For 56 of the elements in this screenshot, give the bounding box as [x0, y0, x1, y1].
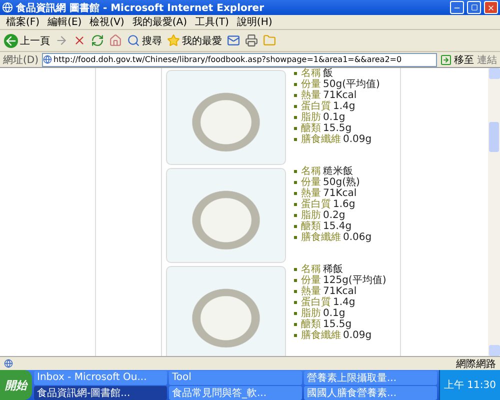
nutrition-fact: 蛋白質 1.6g — [294, 199, 372, 210]
search-icon — [127, 34, 140, 47]
forward-icon[interactable] — [55, 34, 68, 47]
refresh-icon[interactable] — [91, 34, 104, 47]
menu-item[interactable]: 工具(T) — [195, 15, 229, 29]
close-button[interactable] — [484, 1, 498, 14]
menu-item[interactable]: 我的最愛(A) — [132, 15, 187, 29]
nutrition-fact: 膳食纖維 0.09g — [294, 134, 380, 145]
go-button[interactable]: 移至 — [440, 52, 474, 66]
menu-item[interactable]: 檔案(F) — [6, 15, 40, 29]
maximize-button[interactable] — [467, 1, 481, 14]
scrollbar[interactable] — [488, 68, 500, 356]
browser-icon — [2, 2, 13, 13]
nutrition-fact: 名稱 飯 — [294, 68, 380, 79]
nutrition-fact: 熱量 71Kcal — [294, 188, 372, 199]
nutrition-fact: 份量 125g(平均值) — [294, 275, 386, 286]
nutrition-fact: 膳食纖維 0.06g — [294, 232, 372, 243]
minimize-button[interactable] — [450, 1, 464, 14]
address-field[interactable]: http://food.doh.gov.tw/Chinese/library/foodbook.asp?showpage=1&area1=&&area2=0 — [42, 52, 437, 66]
nutrition-fact: 蛋白質 1.4g — [294, 101, 380, 112]
nutrition-fact: 蛋白質 1.4g — [294, 297, 386, 308]
nutrition-fact: 醣類 15.5g — [294, 123, 380, 134]
address-label: 網址(D) — [3, 54, 39, 66]
mail-icon[interactable] — [227, 34, 240, 47]
nutrition-fact: 熱量 71Kcal — [294, 286, 386, 297]
printer-icon[interactable] — [245, 34, 258, 47]
nutrition-fact: 熱量 71Kcal — [294, 90, 380, 101]
menu-item[interactable]: 說明(H) — [236, 15, 272, 29]
nutrition-fact: 醣類 15.4g — [294, 221, 372, 232]
globe-icon — [42, 55, 52, 64]
nutrition-fact: 名稱 稀飯 — [294, 264, 386, 275]
nutrition-fact: 份量 50g(平均值) — [294, 79, 380, 90]
nutrition-fact: 醣類 15.5g — [294, 319, 386, 330]
clock: 上午 11:30 — [444, 378, 496, 392]
maximize-icon — [470, 4, 478, 11]
links-button[interactable]: 連結 — [477, 52, 497, 66]
page-icon — [4, 359, 13, 368]
nutrition-fact: 份量 50g(熟) — [294, 177, 372, 188]
zone-label: 網際網路 — [456, 358, 496, 370]
nutrition-fact: 脂肪 0.1g — [294, 112, 380, 123]
close-icon — [487, 4, 495, 12]
search-button[interactable]: 搜尋 — [127, 34, 162, 48]
home-icon[interactable] — [109, 34, 122, 47]
nutrition-fact: 脂肪 0.2g — [294, 210, 372, 221]
window-title: 食品資訊網 圖書館 - Microsoft Internet Explorer — [16, 2, 266, 14]
favorites-button[interactable]: 我的最愛 — [167, 34, 222, 48]
taskbar-item[interactable]: 食品資訊網-圖書館... — [34, 386, 167, 400]
nutrition-fact: 名稱 糙米飯 — [294, 166, 372, 177]
nutrition-fact: 脂肪 0.1g — [294, 308, 386, 319]
start-button[interactable]: 開始 — [0, 370, 32, 400]
menu-item[interactable]: 檢視(V) — [90, 15, 124, 29]
back-button[interactable]: 上一頁 — [4, 34, 50, 48]
stop-icon[interactable] — [73, 34, 86, 47]
nutrition-fact: 膳食纖維 0.09g — [294, 330, 386, 341]
star-icon — [167, 34, 180, 47]
menu-item[interactable]: 編輯(E) — [48, 15, 82, 29]
